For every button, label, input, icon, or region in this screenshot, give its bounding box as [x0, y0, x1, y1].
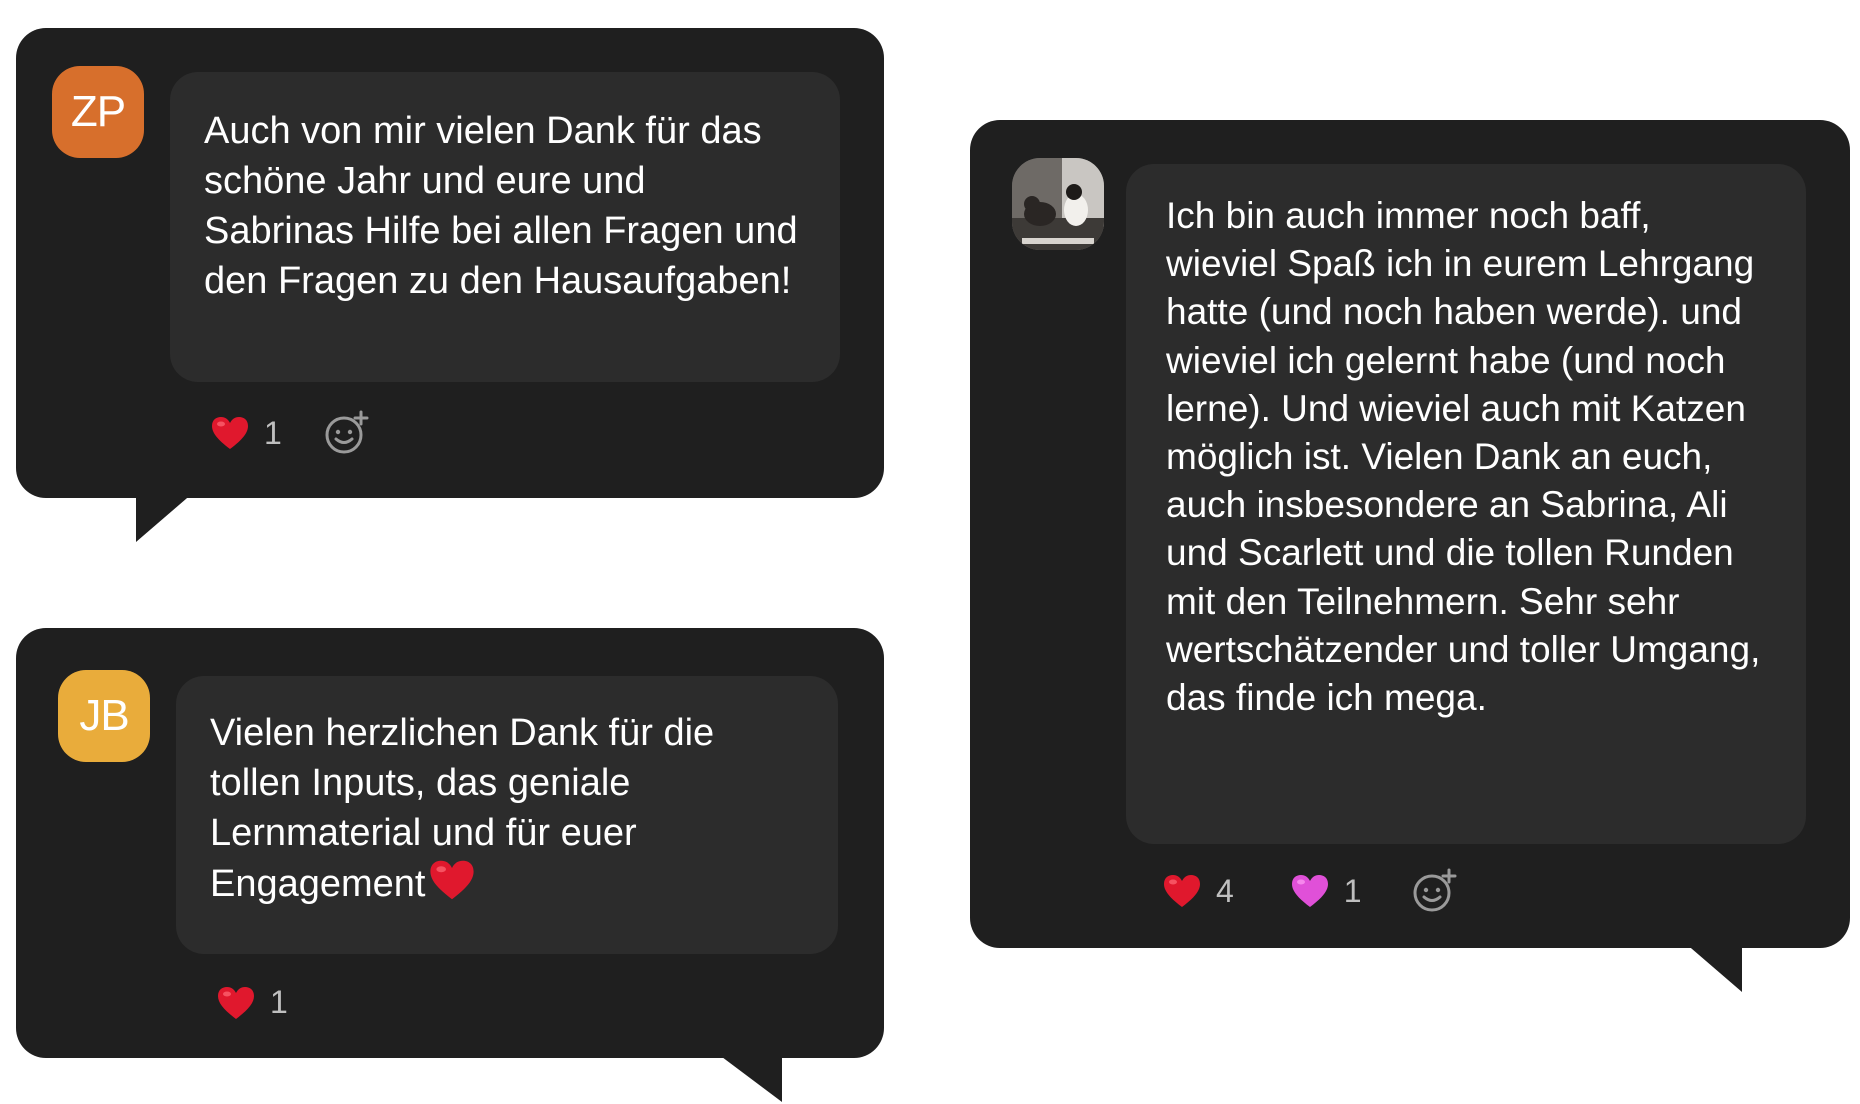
reaction-count: 4 [1216, 872, 1234, 909]
reaction-count: 1 [270, 984, 288, 1020]
message-bubble[interactable]: Vielen herzlichen Dank für die tollen In… [176, 676, 838, 954]
cat-photo-icon [1012, 158, 1104, 250]
reaction-bar: 1 [210, 410, 370, 456]
avatar[interactable]: ZP [52, 66, 144, 158]
reaction-red-heart[interactable]: 1 [210, 415, 282, 452]
avatar-cat-photo[interactable] [1012, 158, 1104, 250]
message-card-jb: JB Vielen herzlichen Dank für die tollen… [16, 628, 884, 1058]
message-text: Auch von mir vielen Dank für das schöne … [204, 110, 798, 302]
reaction-pink-heart[interactable]: 1 [1290, 873, 1362, 910]
message-card-photo: Ich bin auch immer noch baff, wieviel Sp… [970, 120, 1850, 948]
add-reaction-icon[interactable] [1412, 868, 1458, 914]
reaction-red-heart[interactable]: 1 [216, 984, 288, 1021]
message-text: Ich bin auch immer noch baff, wieviel Sp… [1166, 195, 1761, 719]
reaction-bar: 4 1 [1162, 868, 1458, 914]
red-heart-icon [218, 986, 254, 1019]
red-heart-icon [1164, 875, 1200, 907]
reaction-count: 1 [1343, 872, 1362, 909]
message-card-zp: ZP Auch von mir vielen Dank für das schö… [16, 28, 884, 498]
add-reaction-icon[interactable] [324, 410, 370, 456]
reaction-red-heart[interactable]: 4 [1162, 873, 1234, 910]
message-bubble[interactable]: Auch von mir vielen Dank für das schöne … [170, 72, 840, 382]
pink-heart-icon [1291, 875, 1328, 907]
reaction-bar: 1 [216, 984, 330, 1021]
red-heart-emoji-icon [429, 860, 474, 900]
red-heart-icon [212, 417, 248, 449]
reaction-count: 1 [264, 414, 282, 451]
message-bubble[interactable]: Ich bin auch immer noch baff, wieviel Sp… [1126, 164, 1806, 844]
avatar-initials: ZP [70, 87, 126, 136]
avatar[interactable]: JB [58, 670, 150, 762]
avatar-initials: JB [79, 691, 129, 740]
